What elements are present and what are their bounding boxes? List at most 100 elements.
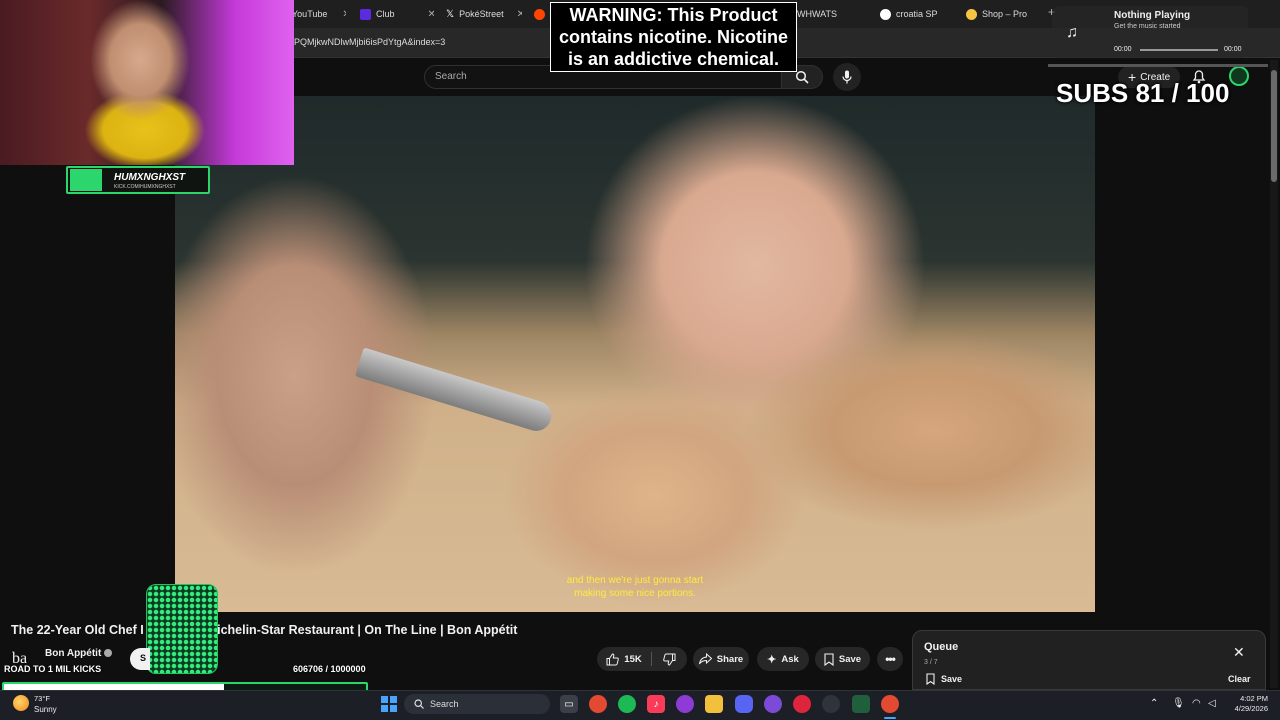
chrome-active-icon[interactable] bbox=[881, 695, 899, 713]
share-label: Share bbox=[716, 653, 744, 665]
music-time-start: 00:00 bbox=[1114, 46, 1132, 53]
video-title-start: The 22-Year Old Chef I bbox=[11, 623, 144, 637]
chrome-icon[interactable] bbox=[589, 695, 607, 713]
queue-count: 3 / 7 bbox=[924, 659, 938, 666]
ask-label: Ask bbox=[781, 653, 799, 665]
save-button[interactable]: Save bbox=[815, 647, 870, 671]
task-view-icon[interactable]: ▭ bbox=[560, 695, 578, 713]
tray-overflow-icon[interactable]: ⌃ bbox=[1150, 698, 1158, 709]
channel-name[interactable]: Bon Appétit bbox=[45, 648, 113, 659]
ask-button[interactable]: ✦ Ask bbox=[757, 647, 809, 671]
tab-label: Shop – Pro bbox=[982, 9, 1028, 19]
weather-temperature: 73°F bbox=[34, 694, 50, 703]
shop-icon bbox=[966, 8, 977, 20]
queue-title: Queue bbox=[924, 641, 959, 653]
app-violet-icon[interactable] bbox=[764, 695, 782, 713]
streamer-nameplate: HUMXNGHXST KICK.COM/HUMXNGHXST bbox=[66, 166, 210, 194]
streamer-logo-icon bbox=[70, 169, 102, 191]
file-explorer-icon[interactable] bbox=[705, 695, 723, 713]
queue-panel bbox=[912, 630, 1266, 690]
app-red-icon[interactable] bbox=[793, 695, 811, 713]
channel-name-text: Bon Appétit bbox=[45, 648, 102, 659]
like-count: 15K bbox=[624, 653, 642, 665]
verified-icon bbox=[104, 649, 113, 658]
music-note-icon: ♫ bbox=[1066, 24, 1078, 41]
discord-icon[interactable] bbox=[735, 695, 753, 713]
search-placeholder: Search bbox=[435, 71, 467, 82]
tab-pokestreet[interactable]: 𝕏 PokéStreet ✕ bbox=[446, 4, 522, 24]
tray-mic-icon[interactable]: 🎙 bbox=[1172, 698, 1185, 709]
overlay-emote bbox=[146, 584, 218, 674]
microphone-icon bbox=[842, 70, 852, 84]
obs-icon[interactable] bbox=[822, 695, 840, 713]
like-button[interactable]: 15K bbox=[597, 647, 651, 671]
streamer-name: HUMXNGHXST bbox=[114, 172, 186, 183]
streamer-url: KICK.COM/HUMXNGHXST bbox=[114, 184, 176, 190]
close-icon[interactable]: ✕ bbox=[428, 9, 434, 20]
music-title: Nothing Playing bbox=[1114, 10, 1191, 21]
weather-sun-icon[interactable] bbox=[13, 695, 29, 711]
save-label: Save bbox=[838, 653, 862, 665]
music-seek-bar bbox=[1140, 49, 1218, 51]
terminal-icon[interactable] bbox=[852, 695, 870, 713]
bookmark-icon bbox=[926, 673, 935, 685]
close-icon[interactable]: ✕ bbox=[517, 9, 522, 20]
queue-save-button[interactable]: Save bbox=[926, 673, 962, 685]
close-icon[interactable]: ✕ bbox=[1233, 645, 1245, 659]
music-progress-line bbox=[1048, 64, 1268, 67]
tab-label: YouTube bbox=[292, 9, 328, 19]
caption-line: making some nice portions. bbox=[574, 588, 696, 599]
taskbar-search[interactable]: Search bbox=[404, 694, 550, 714]
tab-club[interactable]: Club ✕ bbox=[360, 4, 434, 24]
more-icon: ••• bbox=[885, 652, 896, 666]
taskbar-clock[interactable]: 4:02 PM 4/29/2026 bbox=[1230, 694, 1268, 714]
queue-clear-button[interactable]: Clear bbox=[1228, 674, 1251, 684]
tab-label: Club bbox=[376, 9, 395, 19]
reddit-icon bbox=[534, 8, 545, 20]
weather-condition: Sunny bbox=[34, 705, 57, 714]
wifi-icon[interactable]: ◠ bbox=[1192, 698, 1201, 709]
spotify-icon[interactable] bbox=[618, 695, 636, 713]
video-frame-knife bbox=[354, 347, 556, 435]
tab-label: WHWATS bbox=[797, 9, 837, 19]
thumbs-up-icon bbox=[606, 652, 620, 665]
sparkle-icon: ✦ bbox=[767, 653, 777, 666]
tab-youtube[interactable]: YouTube ✕ bbox=[292, 4, 346, 24]
subs-goal-counter: SUBS 81 / 100 bbox=[1056, 78, 1230, 108]
video-player[interactable]: and then we're just gonna start making s… bbox=[175, 96, 1095, 612]
music-app-icon[interactable]: ♪ bbox=[647, 695, 665, 713]
tab-label: PokéStreet bbox=[459, 9, 504, 19]
nicotine-warning: WARNING: This Product contains nicotine.… bbox=[550, 2, 797, 72]
tab-croatia[interactable]: croatia SP bbox=[880, 4, 954, 24]
voice-search-button[interactable] bbox=[833, 63, 861, 91]
url-text: PQMjkwNDlwMjbi6isPdYtgA&index=3 bbox=[294, 37, 446, 47]
tab-reddit[interactable] bbox=[534, 4, 548, 24]
clock-date: 4/29/2026 bbox=[1234, 704, 1268, 713]
volume-icon[interactable]: ◁ bbox=[1208, 698, 1216, 709]
queue-save-label: Save bbox=[941, 674, 963, 684]
google-icon bbox=[880, 8, 891, 20]
club-icon bbox=[360, 8, 371, 20]
share-button[interactable]: Share bbox=[693, 647, 749, 671]
music-time-end: 00:00 bbox=[1224, 46, 1242, 53]
app-purple-icon[interactable] bbox=[676, 695, 694, 713]
dislike-button[interactable] bbox=[652, 647, 687, 671]
account-avatar[interactable] bbox=[1229, 66, 1249, 86]
road-goal-count: 606706 / 1000000 bbox=[293, 664, 366, 674]
tab-whwats[interactable]: WHWATS bbox=[797, 4, 871, 24]
close-icon[interactable]: ✕ bbox=[342, 9, 346, 20]
clock-time: 4:02 PM bbox=[1240, 694, 1268, 703]
like-dislike-group: 15K bbox=[597, 647, 687, 671]
windows-taskbar bbox=[0, 690, 1280, 720]
road-goal-label: ROAD TO 1 MIL KICKS bbox=[4, 664, 102, 674]
start-button[interactable] bbox=[381, 696, 397, 712]
more-actions-button[interactable]: ••• bbox=[877, 647, 903, 671]
subscribe-button[interactable]: S bbox=[130, 648, 150, 670]
active-app-indicator bbox=[884, 717, 896, 719]
tab-shop[interactable]: Shop – Pro bbox=[966, 4, 1046, 24]
thumbs-down-icon bbox=[663, 653, 676, 666]
search-icon bbox=[795, 70, 809, 84]
scrollbar-thumb[interactable] bbox=[1271, 70, 1277, 182]
video-captions: and then we're just gonna start making s… bbox=[175, 574, 1095, 600]
screen: YouTube ✕ Club ✕ 𝕏 PokéStreet ✕ WHWATS c… bbox=[0, 0, 1280, 720]
